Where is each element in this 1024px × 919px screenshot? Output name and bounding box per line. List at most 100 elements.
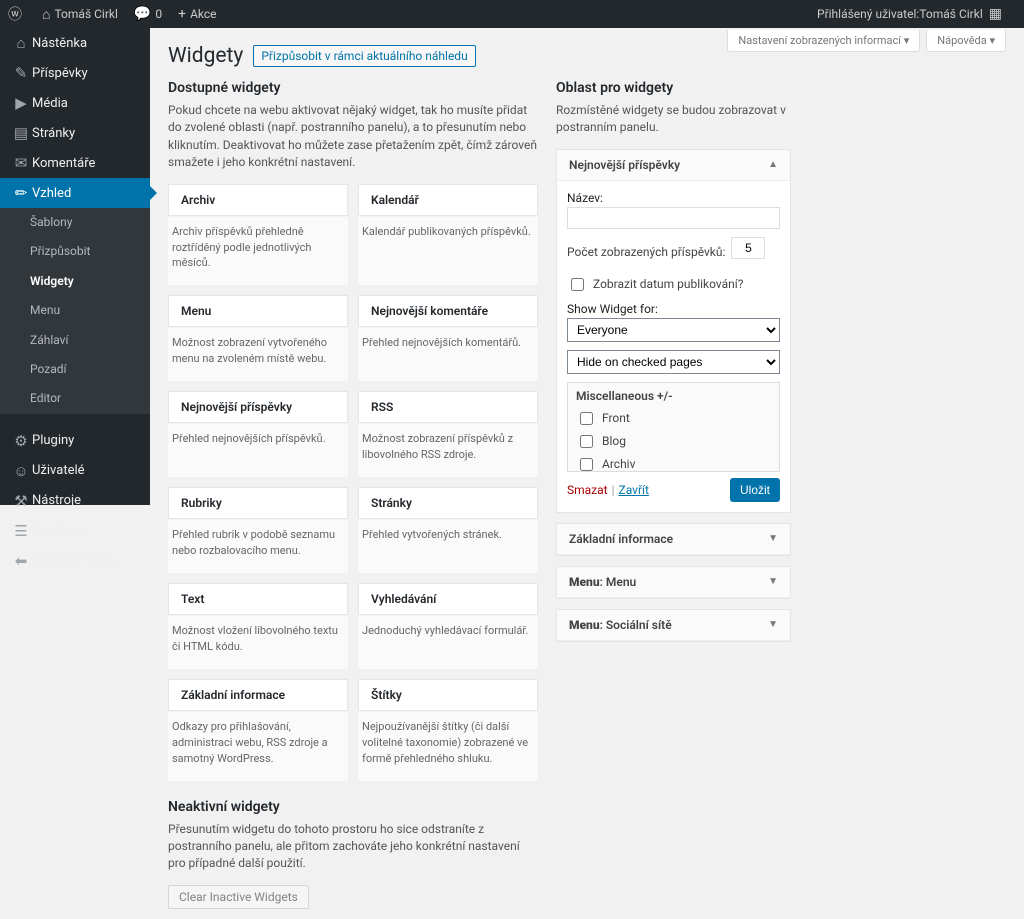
menu-item[interactable]: ✉Komentáře: [0, 148, 150, 178]
available-widget[interactable]: MenuMožnost zobrazení vytvořeného menu n…: [168, 295, 348, 381]
widget-desc: Možnost zobrazení příspěvků z libovolnéh…: [358, 423, 538, 477]
collapsed-widget-title: Základní informace: [569, 532, 673, 546]
widget-desc: Přehled nejnovějších komentářů.: [358, 327, 538, 365]
showfor-select[interactable]: Everyone: [567, 318, 780, 342]
ab-new[interactable]: +Akce: [170, 0, 224, 28]
widget-area: Nejnovější příspěvky ▲ Název: Počet zobr…: [556, 149, 791, 513]
available-widgets-col: Dostupné widgety Pokud chcete na webu ak…: [168, 80, 538, 909]
hidemode-select[interactable]: Hide on checked pages: [567, 350, 780, 374]
widget-area-header[interactable]: Nejnovější příspěvky ▲: [557, 150, 790, 181]
menu-icon: ☺: [10, 462, 32, 480]
page-check-item[interactable]: Front: [576, 407, 771, 430]
menu-item[interactable]: ✎Příspěvky: [0, 58, 150, 88]
menu-label: Stránky: [32, 126, 75, 141]
page-check-label: Blog: [602, 434, 626, 448]
ab-comments[interactable]: 💬0: [126, 0, 170, 28]
submenu-item[interactable]: Pozadí: [0, 355, 150, 384]
collapsed-widget-header[interactable]: Menu: Menu▼: [557, 567, 790, 598]
close-link[interactable]: Zavřít: [619, 483, 649, 497]
avatar-icon: ▦: [989, 6, 1002, 22]
collapsed-widget-header[interactable]: Základní informace▼: [557, 524, 790, 555]
count-input[interactable]: [731, 237, 765, 259]
home-icon: ⌂: [42, 6, 50, 23]
widget-title[interactable]: Štítky: [358, 679, 538, 711]
ab-comments-count: 0: [155, 7, 162, 21]
available-title: Dostupné widgety: [168, 80, 538, 96]
menu-item[interactable]: ▶Média: [0, 88, 150, 118]
collapsed-widget-header[interactable]: Menu: Sociální sítě▼: [557, 610, 790, 641]
widget-desc: Přehled rubrik v podobě seznamu nebo roz…: [168, 519, 348, 573]
widget-title[interactable]: Menu: [168, 295, 348, 327]
screen-meta: Nastavení zobrazených informací Nápověda: [727, 30, 1006, 52]
menu-label: Uživatelé: [32, 463, 85, 478]
help-tab[interactable]: Nápověda: [926, 30, 1006, 52]
submenu-item[interactable]: Přizpůsobit: [0, 237, 150, 266]
menu-icon: ✎: [10, 64, 32, 82]
showdate-checkbox[interactable]: [571, 278, 584, 291]
pages-group-header[interactable]: Miscellaneous +/-: [576, 389, 771, 403]
ab-account[interactable]: Přihlášený uživatel: Tomáš Cirkl ▦: [809, 0, 1014, 28]
available-widget[interactable]: KalendářKalendář publikovaných příspěvků…: [358, 184, 538, 286]
submenu-item[interactable]: Editor: [0, 384, 150, 413]
available-widget[interactable]: ŠtítkyNejpoužívanější štítky (či další v…: [358, 679, 538, 781]
clear-inactive-button[interactable]: Clear Inactive Widgets: [168, 885, 309, 909]
widget-title[interactable]: RSS: [358, 391, 538, 423]
widget-title[interactable]: Vyhledávání: [358, 583, 538, 615]
admin-menu: ⌂Nástěnka✎Příspěvky▶Média▤Stránky✉Koment…: [0, 28, 150, 505]
name-label: Název:: [567, 191, 780, 205]
widget-title[interactable]: Text: [168, 583, 348, 615]
ab-logged-prefix: Přihlášený uživatel:: [817, 7, 919, 21]
areas-desc: Rozmístěné widgety se budou zobrazovat v…: [556, 102, 791, 137]
submenu-item[interactable]: Widgety: [0, 267, 150, 296]
available-widget[interactable]: Nejnovější komentářePřehled nejnovějších…: [358, 295, 538, 381]
widget-title[interactable]: Nejnovější příspěvky: [168, 391, 348, 423]
page-checkbox[interactable]: [580, 435, 593, 448]
available-widget[interactable]: TextMožnost vložení libovolného textu či…: [168, 583, 348, 669]
customize-button[interactable]: Přizpůsobit v rámci aktuálního náhledu: [253, 45, 475, 67]
submenu-item[interactable]: Záhlaví: [0, 326, 150, 355]
submenu-item[interactable]: Šablony: [0, 208, 150, 237]
page-checkbox[interactable]: [580, 458, 593, 471]
screen-options-tab[interactable]: Nastavení zobrazených informací: [727, 30, 920, 52]
available-widget[interactable]: RubrikyPřehled rubrik v podobě seznamu n…: [168, 487, 348, 573]
widget-title[interactable]: Archiv: [168, 184, 348, 216]
available-widget[interactable]: ArchivArchiv příspěvků přehledně roztříd…: [168, 184, 348, 286]
available-widget[interactable]: VyhledáváníJednoduchý vyhledávací formul…: [358, 583, 538, 669]
name-input[interactable]: [567, 207, 780, 229]
save-button[interactable]: Uložit: [730, 478, 780, 502]
menu-label: Nástěnka: [32, 36, 87, 51]
page-check-item[interactable]: Blog: [576, 430, 771, 453]
menu-item[interactable]: ✏Vzhled: [0, 178, 150, 208]
inactive-title: Neaktivní widgety: [168, 799, 538, 815]
menu-item[interactable]: ▤Stránky: [0, 118, 150, 148]
widget-title[interactable]: Stránky: [358, 487, 538, 519]
menu-label: Příspěvky: [32, 66, 88, 81]
menu-item[interactable]: ☺Uživatelé: [0, 456, 150, 486]
widget-title[interactable]: Základní informace: [168, 679, 348, 711]
widget-form: Název: Počet zobrazených příspěvků: Zobr…: [567, 191, 780, 502]
widget-title[interactable]: Rubriky: [168, 487, 348, 519]
widget-desc: Přehled nejnovějších příspěvků.: [168, 423, 348, 461]
menu-item[interactable]: ⚙Pluginy: [0, 426, 150, 456]
page-checkbox[interactable]: [580, 412, 593, 425]
collapsed-widget: Menu: Sociální sítě▼: [556, 609, 791, 642]
available-widget[interactable]: StránkyPřehled vytvořených stránek.: [358, 487, 538, 573]
widget-desc: Kalendář publikovaných příspěvků.: [358, 216, 538, 254]
content-wrap: Widgety Přizpůsobit v rámci aktuálního n…: [150, 28, 1024, 919]
pages-panel[interactable]: Miscellaneous +/- FrontBlogArchivZobraze…: [567, 382, 780, 472]
available-widget[interactable]: Základní informaceOdkazy pro přihlašován…: [168, 679, 348, 781]
available-widget[interactable]: Nejnovější příspěvkyPřehled nejnovějších…: [168, 391, 348, 477]
delete-link[interactable]: Smazat: [567, 483, 608, 497]
caret-up-icon: ▲: [768, 159, 778, 170]
widget-desc: Nejpoužívanější štítky (či další volitel…: [358, 711, 538, 781]
page-check-item[interactable]: Archiv: [576, 453, 771, 472]
ab-site[interactable]: ⌂Tomáš Cirkl: [34, 0, 126, 28]
ab-user-name: Tomáš Cirkl: [919, 7, 982, 21]
widget-title[interactable]: Nejnovější komentáře: [358, 295, 538, 327]
menu-item[interactable]: ⌂Nástěnka: [0, 28, 150, 58]
submenu-item[interactable]: Menu: [0, 296, 150, 325]
menu-label: Komentáře: [32, 156, 95, 171]
widget-title[interactable]: Kalendář: [358, 184, 538, 216]
ab-wp-logo[interactable]: ⓦ: [0, 0, 34, 28]
available-widget[interactable]: RSSMožnost zobrazení příspěvků z libovol…: [358, 391, 538, 477]
